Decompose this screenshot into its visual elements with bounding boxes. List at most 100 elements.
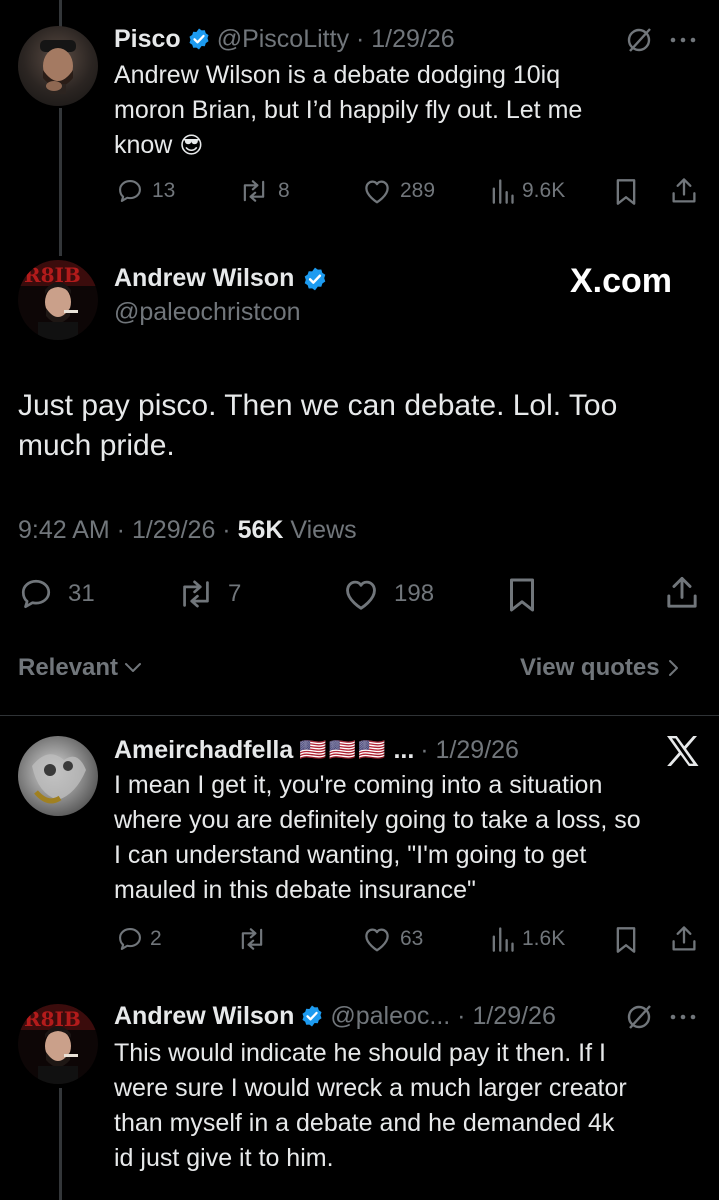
views-chart-icon [492, 927, 514, 952]
us-flags: 🇺🇸🇺🇸🇺🇸 [299, 737, 388, 762]
text-line: where you are definitely going to take a… [114, 806, 641, 834]
chevron-right-icon [668, 660, 678, 676]
text-line: This would indicate he should pay it the… [114, 1039, 606, 1067]
text-line: much pride. [18, 429, 175, 462]
repost-count: 7 [228, 580, 242, 607]
reply2-header: Andrew Wilson @paleoc... · 1/29/26 [114, 999, 556, 1033]
more-options-icon[interactable] [668, 30, 698, 50]
avatar-andrew-image: R8IB [18, 260, 98, 340]
name-ellipsis: ... [393, 735, 415, 764]
text-line-with-emoji: know 😎 [114, 128, 674, 163]
views-count: 9.6K [522, 179, 566, 202]
divider [0, 715, 719, 716]
heart-icon [346, 580, 376, 610]
main-tweet-text: Just pay pisco. Then we can debate. Lol.… [18, 386, 698, 466]
view-quotes-link[interactable]: View quotes [520, 654, 682, 682]
text-segment: know [114, 131, 173, 159]
sort-relevant-dropdown[interactable]: Relevant [18, 654, 144, 682]
reply-button[interactable]: 13 [116, 177, 175, 205]
views-button[interactable]: 1.6K [490, 925, 565, 953]
avatar-ameirchadfella-image [32, 754, 86, 804]
text-line: I mean I get it, you're coming into a si… [114, 771, 603, 799]
more-options-icon[interactable] [668, 1007, 698, 1027]
text-line: id just give it to him. [114, 1144, 334, 1172]
grok-icon[interactable] [624, 24, 656, 56]
views-count: 1.6K [522, 927, 566, 950]
text-line: mauled in this debate insurance" [114, 876, 476, 904]
heart-icon [365, 180, 389, 204]
main-tweet-header: Andrew Wilson [114, 264, 328, 293]
verified-badge-icon [187, 27, 211, 51]
reply-icon [119, 180, 141, 202]
repost-button[interactable] [236, 925, 268, 953]
sunglasses-emoji: 😎 [179, 132, 204, 158]
share-icon[interactable] [664, 574, 700, 612]
text-line: Just pay pisco. Then we can debate. Lol.… [18, 389, 618, 422]
like-button[interactable]: 289 [362, 177, 435, 205]
repost-icon [241, 928, 263, 950]
post-date[interactable]: · 1/29/26 [420, 736, 519, 765]
tweet1-text: Andrew Wilson is a debate dodging 10iq m… [114, 58, 674, 163]
author-name[interactable]: Pisco [114, 25, 181, 54]
avatar-andrew-image: R8IB [18, 1004, 98, 1084]
bookmark-icon[interactable] [614, 178, 638, 206]
verified-badge-icon [300, 1004, 324, 1028]
bookmark-icon[interactable] [506, 577, 538, 613]
author-handle-date[interactable]: @PiscoLitty · 1/29/26 [217, 25, 455, 54]
view-count: 56K [237, 516, 284, 544]
grok-icon[interactable] [624, 1001, 656, 1033]
repost-count: 8 [278, 179, 290, 202]
author-handle-date[interactable]: @paleoc... · 1/29/26 [330, 1002, 556, 1031]
timestamp[interactable]: 9:42 AM · 1/29/26 · [18, 516, 238, 544]
verified-badge-icon [302, 266, 328, 292]
reply-button[interactable]: 2 [116, 925, 162, 953]
author-name[interactable]: Ameirchadfella [114, 736, 293, 765]
heart-icon [365, 928, 389, 952]
author-name[interactable]: Andrew Wilson [114, 1002, 294, 1031]
repost-button[interactable]: 8 [238, 177, 290, 205]
reply-count: 2 [150, 927, 162, 950]
x-logo-icon [664, 734, 700, 768]
avatar-pisco[interactable] [18, 26, 98, 106]
view-quotes-label: View quotes [520, 654, 660, 681]
reply-count: 13 [152, 179, 176, 202]
repost-button[interactable]: 7 [176, 576, 241, 612]
repost-icon [183, 580, 209, 608]
reply-icon [119, 928, 141, 950]
like-count: 198 [394, 580, 435, 607]
like-button[interactable]: 63 [362, 925, 423, 953]
avatar-andrew-wilson[interactable]: R8IB [18, 260, 98, 340]
views-chart-icon [492, 179, 514, 204]
sort-relevant-label: Relevant [18, 654, 119, 681]
reply1-header: Ameirchadfella 🇺🇸🇺🇸🇺🇸 ... · 1/29/26 [114, 733, 519, 767]
text-line: than myself in a debate and he demanded … [114, 1109, 615, 1137]
avatar-pisco-image [40, 40, 76, 94]
main-tweet-meta: 9:42 AM · 1/29/26 · 56K Views [18, 516, 357, 545]
text-line: I can understand wanting, "I'm going to … [114, 841, 587, 869]
like-button[interactable]: 198 [342, 576, 434, 612]
avatar-ameirchadfella[interactable] [18, 736, 98, 816]
like-count: 63 [400, 927, 424, 950]
thread-line-tweet1 [59, 108, 62, 256]
reply-button[interactable]: 31 [18, 576, 95, 612]
views-button[interactable]: 9.6K [490, 177, 565, 205]
author-name[interactable]: Andrew Wilson [114, 264, 294, 293]
x-com-watermark: X.com [570, 262, 672, 301]
avatar-andrew-wilson[interactable]: R8IB [18, 1004, 98, 1084]
author-handle[interactable]: @paleochristcon [114, 298, 301, 327]
text-line: Andrew Wilson is a debate dodging 10iq [114, 61, 561, 89]
text-line: moron Brian, but I’d happily fly out. Le… [114, 96, 583, 124]
views-label: Views [283, 516, 357, 544]
bookmark-icon[interactable] [614, 926, 638, 954]
thread-line-reply2 [59, 1088, 62, 1200]
like-count: 289 [400, 179, 436, 202]
x-com-text: X.com [570, 262, 673, 300]
svg-text:R8IB: R8IB [24, 1007, 81, 1031]
text-line: were sure I would wreck a much larger cr… [114, 1074, 627, 1102]
reply1-text: I mean I get it, you're coming into a si… [114, 768, 704, 908]
reply-count: 31 [68, 580, 95, 607]
svg-text:R8IB: R8IB [24, 263, 81, 287]
reply-icon [21, 579, 51, 609]
share-icon[interactable] [670, 176, 698, 206]
share-icon[interactable] [670, 924, 698, 954]
